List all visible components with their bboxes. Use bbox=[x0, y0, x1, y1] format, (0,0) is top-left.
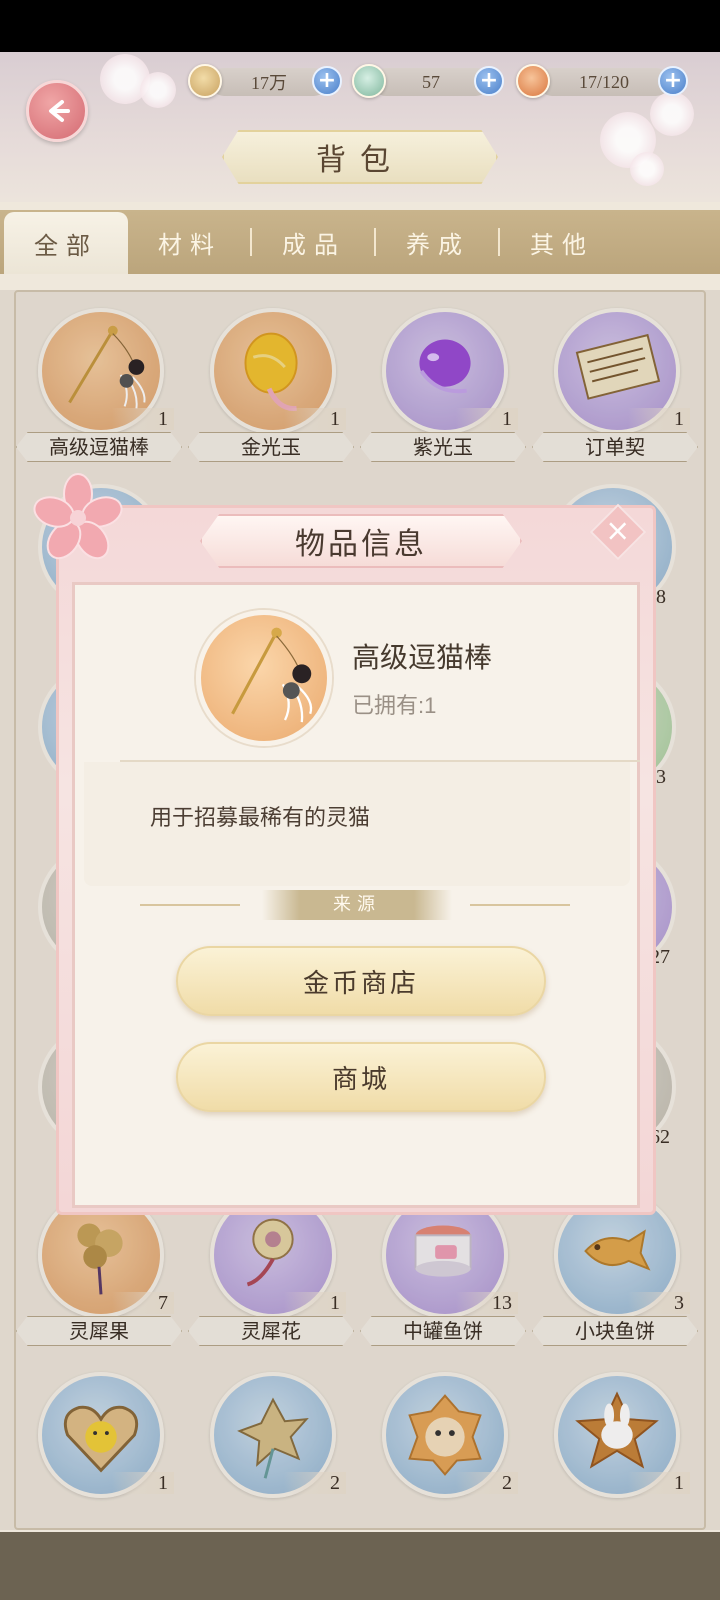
blossom-decoration bbox=[650, 92, 694, 136]
add-energy-button[interactable]: + bbox=[658, 66, 688, 96]
add-coin-button[interactable]: + bbox=[312, 66, 342, 96]
ornament-line bbox=[470, 904, 570, 906]
cat-teaser-wand-icon bbox=[231, 627, 313, 723]
blossom-decoration bbox=[140, 72, 176, 108]
energy-icon bbox=[516, 64, 550, 98]
resource-coin-bar: 17万 bbox=[210, 68, 328, 96]
mall-button[interactable]: 商城 bbox=[176, 1042, 546, 1112]
paw-coin-icon bbox=[188, 64, 222, 98]
tab-cultivation[interactable]: 养成 bbox=[376, 210, 500, 274]
back-button[interactable] bbox=[26, 80, 88, 142]
fish-token-icon bbox=[352, 64, 386, 98]
page-title: 背包 bbox=[222, 130, 498, 184]
blossom-decoration bbox=[630, 152, 664, 186]
tab-all[interactable]: 全部 bbox=[4, 212, 128, 274]
bottom-bar bbox=[0, 1532, 720, 1600]
item-description: 用于招募最稀有的灵猫 bbox=[150, 805, 371, 830]
item-preview bbox=[196, 610, 332, 746]
close-icon: × bbox=[605, 513, 631, 549]
resource-fish-value: 57 bbox=[422, 71, 440, 92]
resource-fish-bar: 57 bbox=[372, 68, 490, 96]
tab-products[interactable]: 成品 bbox=[252, 210, 376, 274]
owned-count: 已拥有:1 bbox=[352, 693, 437, 718]
resource-coin-value: 17万 bbox=[251, 73, 287, 93]
status-bar bbox=[0, 0, 720, 52]
modal-title: 物品信息 bbox=[200, 514, 522, 568]
back-arrow-icon bbox=[49, 100, 70, 122]
tab-materials[interactable]: 材料 bbox=[128, 210, 252, 274]
resource-energy-value: 17/120 bbox=[578, 71, 629, 92]
sakura-flower-icon bbox=[33, 473, 123, 560]
add-fish-button[interactable]: + bbox=[474, 66, 504, 96]
tab-other[interactable]: 其他 bbox=[500, 210, 624, 274]
ornament-line bbox=[140, 904, 240, 906]
resource-energy-bar: 17/120 bbox=[538, 68, 670, 96]
coin-shop-button[interactable]: 金币商店 bbox=[176, 946, 546, 1016]
item-name-title: 高级逗猫棒 bbox=[352, 641, 493, 674]
category-tabs: 全部 材料 成品 养成 其他 bbox=[0, 210, 720, 274]
source-label: 来源 bbox=[262, 890, 452, 920]
